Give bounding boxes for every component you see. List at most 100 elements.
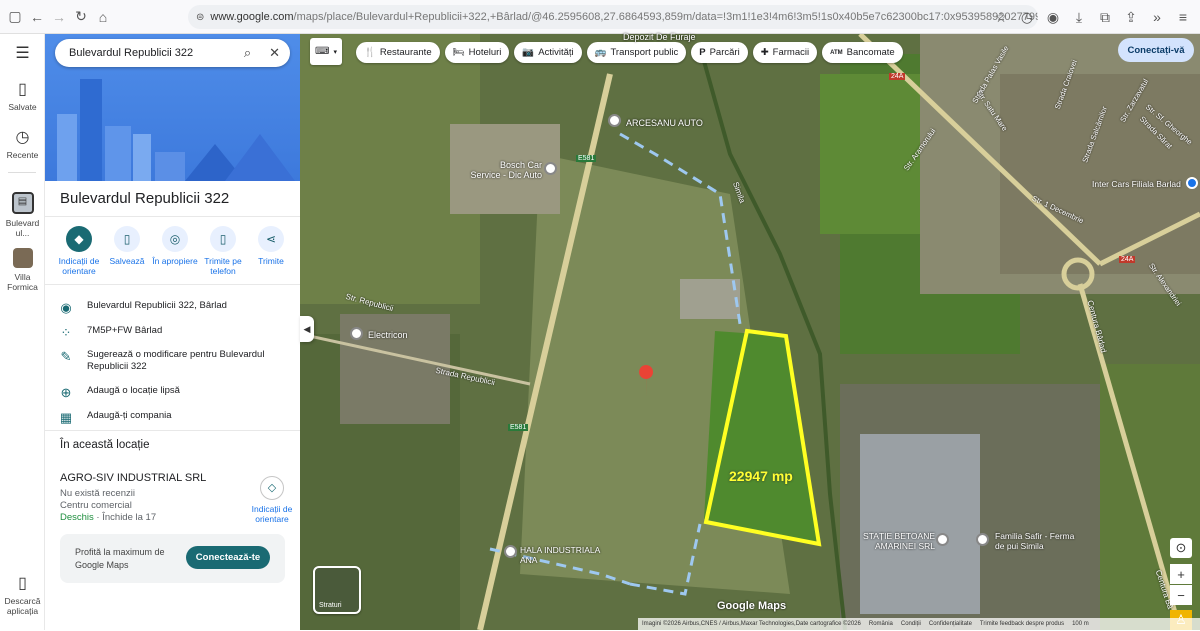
feedback-link[interactable]: Trimite feedback despre produs [980,621,1064,627]
back-icon[interactable]: ← [26,6,48,28]
extensions-icon[interactable]: ⧉ [1094,6,1116,28]
map-label[interactable]: Inter Cars Filiala Barlad [1092,179,1181,189]
map-label[interactable]: ARCESANU AUTO [626,118,703,128]
share-icon[interactable]: ⇪ [1120,6,1142,28]
reload-icon[interactable]: ↻ [70,6,92,28]
business-card[interactable]: AGRO-SIV INDUSTRIAL SRL Nu există recenz… [60,472,240,524]
account-icon[interactable]: ◉ [1042,6,1064,28]
layers-label: Straturi [319,602,342,609]
map-label[interactable]: Familia Safir - Ferma de pui Simila [995,531,1075,551]
terms-link[interactable]: Condiții [901,621,921,627]
address-bar[interactable]: ⊜ www.google.com/maps/place/Bulevardul+R… [188,5,1038,29]
signin-button[interactable]: Conectează-te [186,546,270,569]
site-info-icon[interactable]: ⊜ [196,12,204,23]
map-label[interactable]: Electricon [368,330,408,340]
search-box[interactable]: Bulevardul Republicii 322 ⌕ ✕ [55,39,290,67]
camera-icon: 📷 [522,47,535,58]
nearby-button[interactable]: ◎ În apropiere [151,226,199,276]
map-type-button[interactable]: ⌨ ▾ [310,38,342,65]
chevron-right-icon[interactable]: » [1146,6,1168,28]
action-label: Salvează [109,256,145,266]
share-button[interactable]: ⋖ Trimite [247,226,295,276]
map-label[interactable]: HALA INDUSTRIALA ANA [520,545,600,565]
history-icon[interactable]: ◷ [1016,6,1038,28]
directions-icon: ◆ [66,226,92,252]
sidebar-toggle-icon[interactable]: ▢ [4,6,26,28]
suggest-edit-row[interactable]: ✎ Sugerează o modificare pentru Bulevardu… [45,349,300,373]
close-icon[interactable]: ✕ [269,45,280,61]
scale-label[interactable]: 100 m [1072,621,1089,627]
rail-recent[interactable]: ◷ Recente [0,129,45,161]
add-location-row[interactable]: ⊕ Adaugă o locație lipsă [45,385,300,401]
chip-restaurants[interactable]: 🍴 Restaurante [356,42,440,63]
menu-icon[interactable]: ≡ [1172,6,1194,28]
chip-pharmacies[interactable]: ✚ Farmacii [752,42,818,63]
layers-button[interactable]: Straturi [313,566,361,614]
rail-recent-place[interactable]: ▤ Bulevard ul... [0,192,45,238]
collapse-panel-button[interactable]: ◀ [300,316,314,342]
add-business-text: Adaugă-ți compania [87,410,172,421]
zoom-out-button[interactable]: − [1170,585,1192,605]
privacy-link[interactable]: Confidențialitate [929,621,972,627]
business-directions-label: Indicații de orientare [251,504,293,524]
chip-label: Activități [538,47,574,58]
history-icon: ◷ [15,129,30,146]
chip-hotels[interactable]: 🛏 Hoteluri [444,42,510,63]
star-icon[interactable]: ☆ [990,6,1012,28]
home-icon[interactable]: ⌂ [92,6,114,28]
divider [45,216,300,217]
category-chips: 🍴 Restaurante 🛏 Hoteluri 📷 Activități 🚌 Tran… [356,42,903,63]
search-icon[interactable]: ⌕ [244,45,251,61]
action-label: Trimite pe telefon [204,256,242,276]
map-label[interactable]: Depozit De Furaje [623,32,696,42]
rail-saved[interactable]: ▯ Salvate [0,82,45,113]
poi-pin-icon[interactable] [608,114,621,127]
my-location-icon[interactable]: ⊙ [1170,538,1192,558]
menu-button[interactable]: ☰ [0,46,45,66]
action-label: Indicații de orientare [58,256,100,276]
poi-pin-icon[interactable] [936,533,949,546]
plus-code-text: 7M5P+FW Bârlad [87,325,163,336]
url-path: /maps/place/Bulevardul+Republicii+322,+B… [293,11,1038,23]
save-button[interactable]: ▯ Salvează [103,226,151,276]
rail-villa-formica[interactable]: Villa Formica [0,248,45,292]
country-label[interactable]: România [869,621,893,627]
chip-atms[interactable]: ATM Bancomate [822,42,903,63]
business-closes: · Închide la 17 [93,512,157,523]
poi-pin-icon[interactable] [1186,177,1198,189]
rail-download-app[interactable]: ▯ Descarcă aplicația [0,576,45,617]
search-input[interactable]: Bulevardul Republicii 322 [69,47,193,59]
map-label[interactable]: Bosch Car Service - Dic Auto [470,160,542,180]
plus-code-row[interactable]: ⁘ 7M5P+FW Bârlad [45,325,300,341]
road-shield: 24A [1119,256,1136,263]
pin-icon: ◉ [60,300,72,315]
add-location-icon: ⊕ [60,385,72,400]
business-category: Centru comercial [60,500,132,511]
zoom-in-button[interactable]: + [1170,564,1192,584]
hamburger-icon: ☰ [15,45,30,62]
poi-pin-icon[interactable] [976,533,989,546]
share-icon: ⋖ [258,226,284,252]
forward-icon[interactable]: → [48,6,70,28]
chip-transit[interactable]: 🚌 Transport public [586,42,687,63]
poi-pin-icon[interactable] [544,162,557,175]
chip-parking[interactable]: P Parcări [691,42,748,63]
map-label[interactable]: STAȚIE BETOANE AMARINEI SRL [860,531,935,551]
directions-button[interactable]: ◆ Indicații de orientare [55,226,103,276]
address-row[interactable]: ◉ Bulevardul Republicii 322, Bârlad [45,300,300,316]
signin-button[interactable]: Conectați-vă [1118,38,1194,62]
road-shield: E581 [576,155,597,162]
send-to-phone-button[interactable]: ▯ Trimite pe telefon [199,226,247,276]
action-label: Trimite [258,256,284,266]
business-name[interactable]: AGRO-SIV INDUSTRIAL SRL [60,472,240,484]
chip-activities[interactable]: 📷 Activități [514,42,582,63]
chip-label: Hoteluri [468,47,502,58]
rail-label: Salvate [8,102,37,112]
download-icon[interactable]: ⤓ [1068,6,1090,28]
add-business-row[interactable]: ▦ Adaugă-ți compania [45,410,300,426]
business-directions-button[interactable]: ◇ Indicații de orientare [250,476,294,524]
poi-pin-icon[interactable] [350,327,363,340]
add-location-text: Adaugă o locație lipsă [87,385,180,396]
poi-pin-icon[interactable] [504,545,517,558]
promo-text: Profită la maximum de Google Maps [75,547,165,570]
